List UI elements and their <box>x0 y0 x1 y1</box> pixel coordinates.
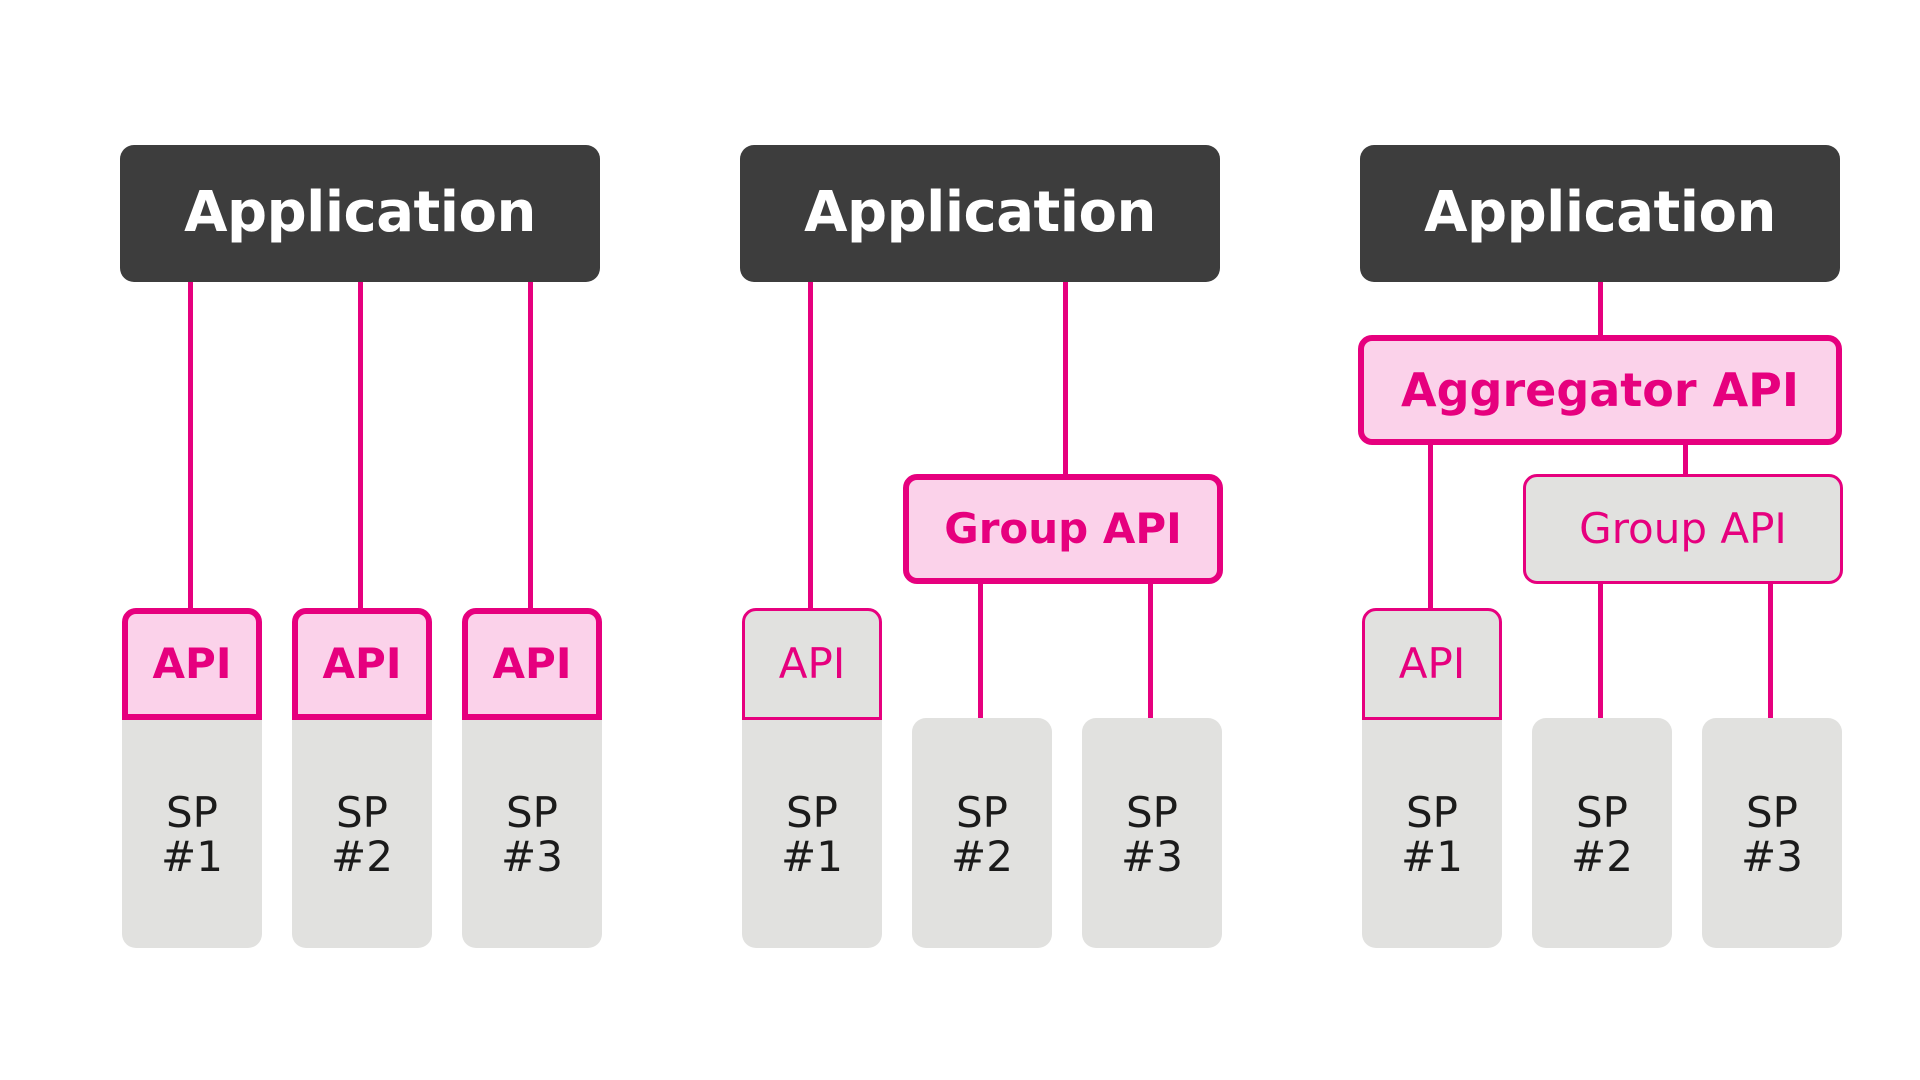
connector-app-to-api-1 <box>188 280 193 610</box>
service-provider-box: SP #3 <box>1082 718 1222 948</box>
connector-app-to-group-api <box>1063 280 1068 474</box>
service-provider-box: SP #2 <box>912 718 1052 948</box>
connector-app-to-api-3 <box>528 280 533 610</box>
connector-aggregator-to-api-1 <box>1428 445 1433 610</box>
api-box[interactable]: API <box>1362 608 1502 720</box>
aggregator-api-box[interactable]: Aggregator API <box>1358 335 1842 445</box>
service-provider-box: SP #1 <box>1362 718 1502 948</box>
connector-group-api-to-sp-3 <box>1768 583 1773 720</box>
service-provider-box: SP #2 <box>292 718 432 948</box>
group-api-box[interactable]: Group API <box>1523 474 1843 584</box>
api-box[interactable]: API <box>292 608 432 720</box>
connector-group-api-to-sp-2 <box>978 583 983 720</box>
connector-group-api-to-sp-2 <box>1598 583 1603 720</box>
service-provider-box: SP #1 <box>122 718 262 948</box>
api-box[interactable]: API <box>742 608 882 720</box>
api-box[interactable]: API <box>122 608 262 720</box>
service-provider-box: SP #3 <box>1702 718 1842 948</box>
group-api-box[interactable]: Group API <box>903 474 1223 584</box>
connector-aggregator-to-group-api <box>1683 445 1688 474</box>
connector-app-to-api-1 <box>808 280 813 610</box>
service-provider-box: SP #1 <box>742 718 882 948</box>
api-box[interactable]: API <box>462 608 602 720</box>
connector-group-api-to-sp-3 <box>1148 583 1153 720</box>
connector-app-to-aggregator-api <box>1598 280 1603 336</box>
application-box: Application <box>740 145 1220 282</box>
application-box: Application <box>1360 145 1840 282</box>
connector-app-to-api-2 <box>358 280 363 610</box>
service-provider-box: SP #2 <box>1532 718 1672 948</box>
service-provider-box: SP #3 <box>462 718 602 948</box>
application-box: Application <box>120 145 600 282</box>
diagram-canvas: Application SP #1 SP #2 SP #3 API API AP… <box>0 0 1920 1080</box>
